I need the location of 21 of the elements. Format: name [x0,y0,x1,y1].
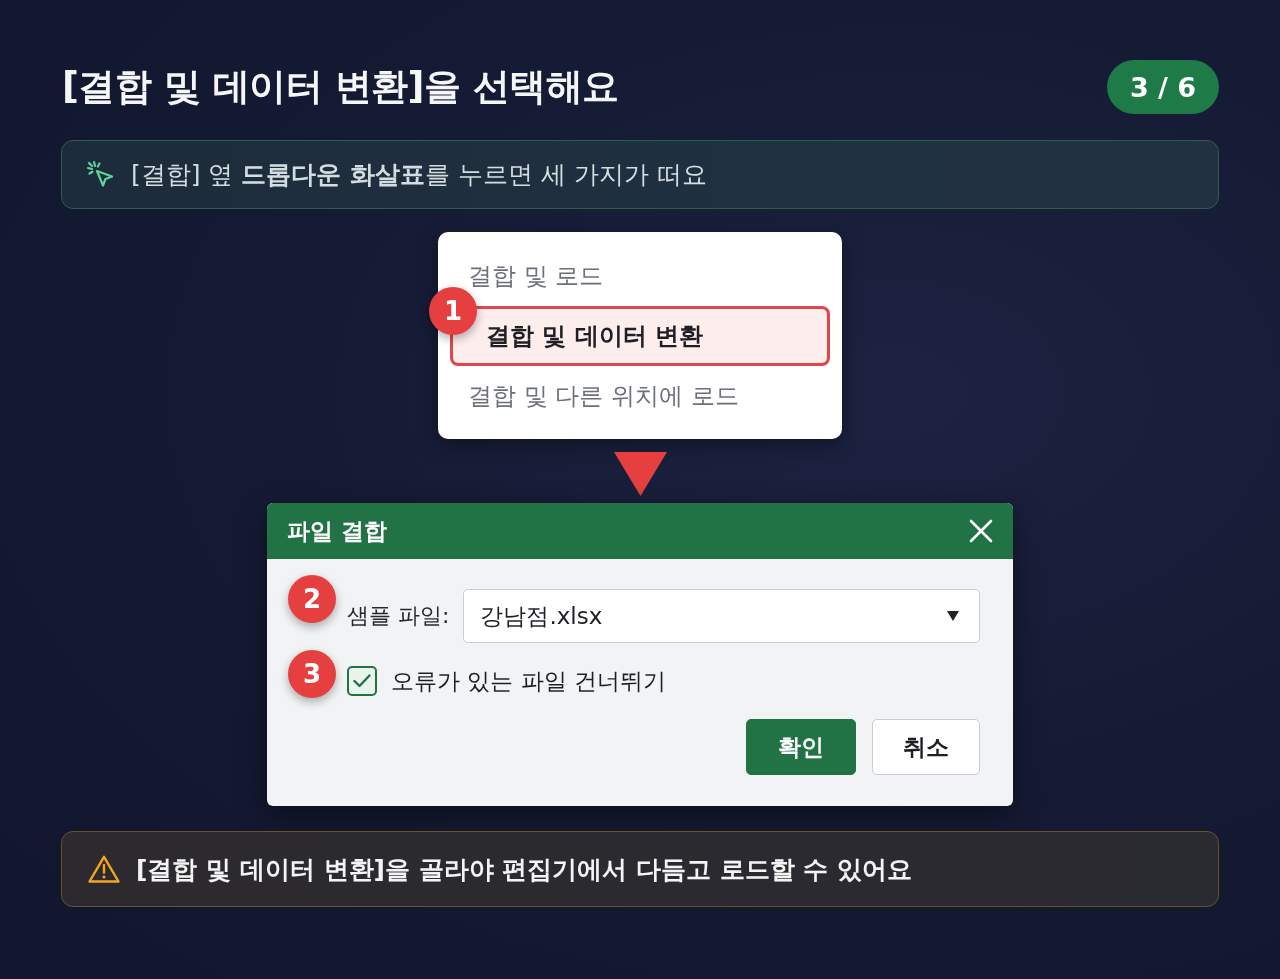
close-button[interactable] [967,517,995,545]
caret-down-icon [947,611,959,621]
close-icon [969,519,993,543]
menu-item[interactable]: 결합 및 다른 위치에 로드 [450,366,830,426]
confirm-button[interactable]: 확인 [746,719,856,775]
step-number-badge: 3 [288,650,336,698]
step-number-badge: 1 [429,287,477,335]
step-number-badge: 2 [288,575,336,623]
check-icon [353,674,371,688]
dialog-title: 파일 결합 [287,516,387,546]
checkbox-label: 오류가 있는 파일 건너뛰기 [391,666,666,696]
field-label: 샘플 파일: [347,602,450,630]
cancel-button[interactable]: 취소 [872,719,980,775]
tip-text: [결합] 옆 드롭다운 화살표를 누르면 세 가지가 떠요 [131,159,707,191]
warning-text: [결합 및 데이터 변환]을 골라야 편집기에서 다듬고 로드할 수 있어요 [136,853,913,886]
slide-title: [결합 및 데이터 변환]을 선택해요 [62,64,619,110]
page-counter: 3 / 6 [1107,60,1219,114]
file-select-field[interactable]: 강남점.xlsx [463,589,980,643]
checkbox[interactable] [347,666,377,696]
arrow-down-icon [613,452,667,496]
warning-icon [88,855,120,883]
